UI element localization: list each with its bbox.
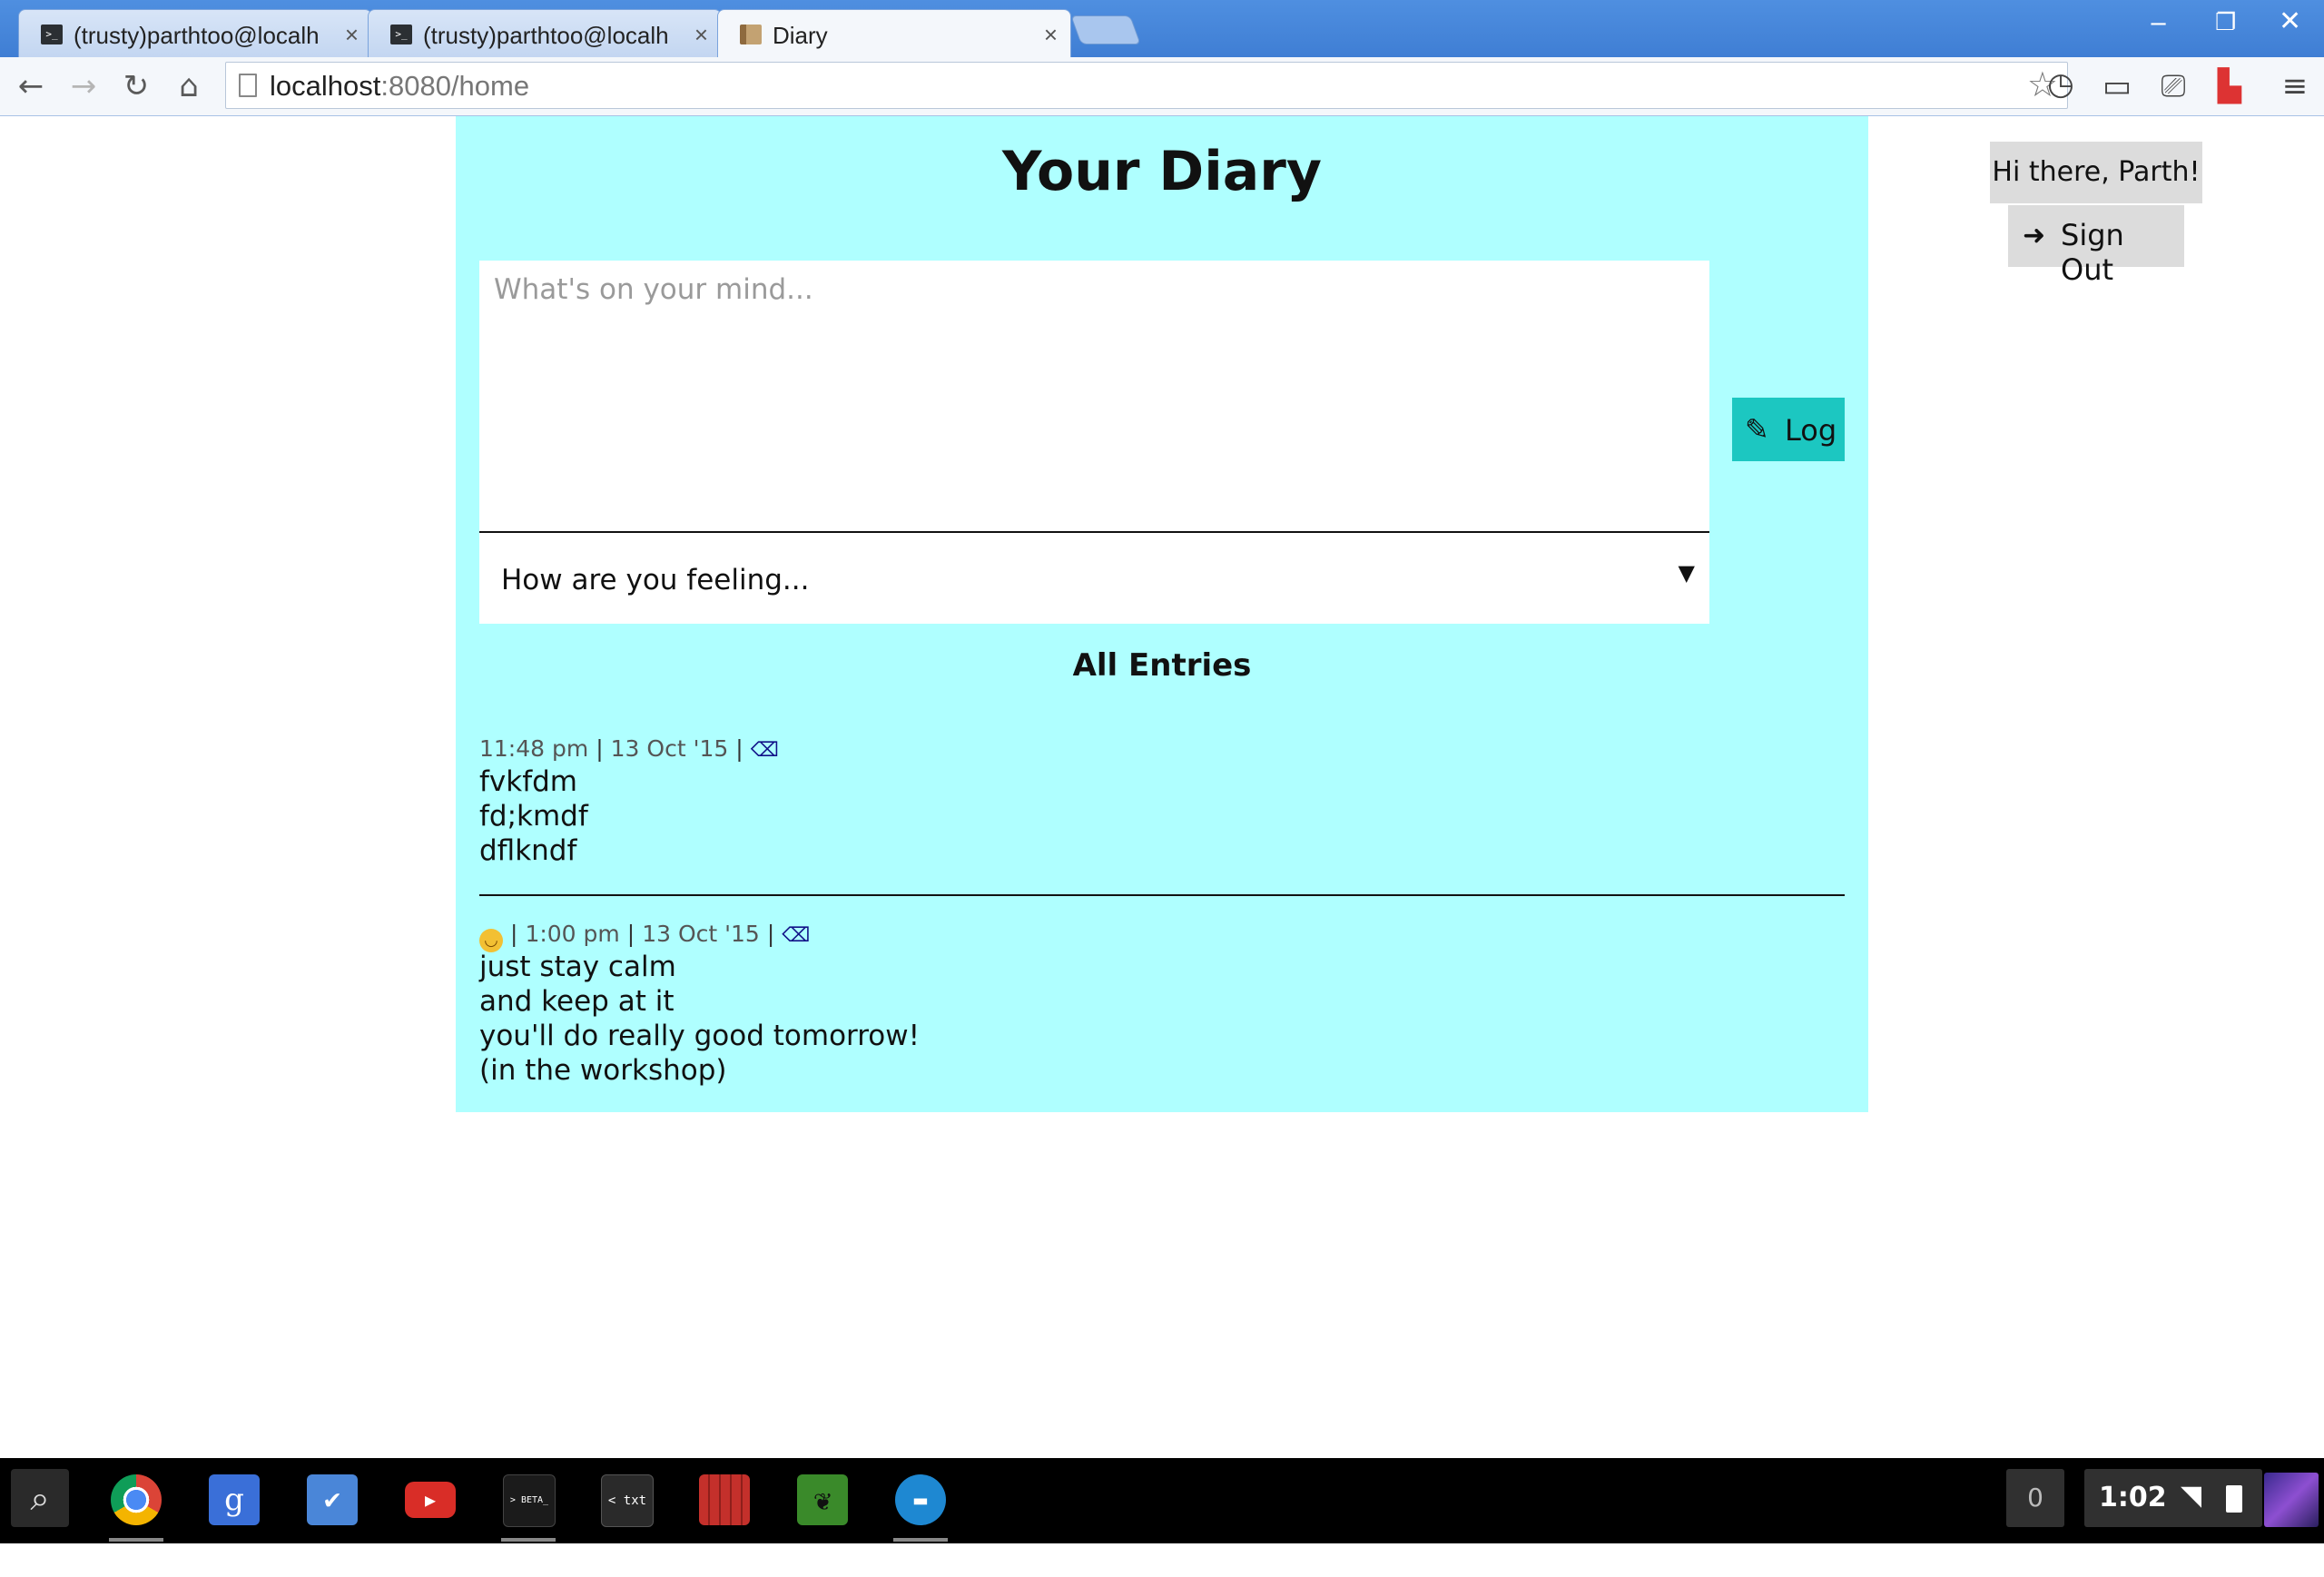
minimize-icon[interactable]: ‒ [2150, 7, 2167, 39]
separator: | [596, 735, 604, 762]
tab-terminal-1[interactable]: >_ (trusty)parthtoo@localh × [18, 9, 372, 57]
diary-entry: 11:48 pm | 13 Oct '15 | ⌫ fvkfdm fd;kmdf dfl… [479, 734, 1845, 868]
inbox-icon[interactable]: ✔ [307, 1474, 358, 1525]
browser-tabstrip: >_ (trusty)parthtoo@localh × >_ (trusty)… [0, 0, 2324, 57]
dropdown-arrow-icon: ▼ [1678, 560, 1695, 586]
notification-count[interactable]: 0 [2006, 1469, 2064, 1527]
pencil-icon: ✎ [1745, 412, 1769, 447]
active-app-indicator [109, 1538, 163, 1542]
entry-line: fd;kmdf [479, 800, 588, 833]
home-icon[interactable]: ⌂ [169, 66, 209, 106]
entry-time: 1:00 pm [525, 921, 620, 947]
search-icon[interactable]: ⌕ [11, 1469, 69, 1527]
log-button-label: Log [1785, 413, 1837, 448]
close-icon[interactable]: × [1044, 21, 1058, 49]
tab-diary[interactable]: Diary × [717, 9, 1071, 57]
terminal-beta-icon[interactable]: > BETA_ [503, 1474, 556, 1527]
window-close-icon[interactable]: ✕ [2279, 5, 2301, 37]
entry-meta: ◡ | 1:00 pm | 13 Oct '15 | ⌫ [479, 919, 1845, 952]
url-host: localhost [270, 70, 381, 102]
music-app-icon[interactable]: ❦ [797, 1474, 848, 1525]
close-icon[interactable]: × [345, 21, 359, 49]
restore-icon[interactable]: ❐ [2215, 9, 2236, 36]
log-button[interactable]: ✎ Log [1732, 398, 1845, 461]
entry-line: fvkfdm [479, 765, 578, 798]
mood-select[interactable]: How are you feeling... ▼ [479, 533, 1709, 624]
terminal-icon: >_ [41, 25, 63, 44]
history-clock-icon[interactable]: ◷ [2041, 64, 2081, 104]
entry-line: and keep at it [479, 985, 675, 1018]
tab-title: (trusty)parthtoo@localh [74, 22, 320, 49]
active-app-indicator [893, 1538, 948, 1542]
entry-date: 13 Oct '15 [642, 921, 760, 947]
back-icon[interactable]: ← [11, 66, 51, 106]
menu-icon[interactable]: ≡ [2275, 66, 2315, 106]
video-player-icon[interactable] [699, 1474, 750, 1525]
google-search-icon[interactable]: g [209, 1474, 260, 1525]
active-app-indicator [501, 1538, 556, 1542]
entries-heading: All Entries [1072, 647, 1252, 684]
clock: 1:02 [2099, 1482, 2167, 1513]
address-bar[interactable]: localhost:8080/home ☆ [225, 62, 2068, 109]
url-text: localhost:8080/home [270, 70, 529, 103]
eraser-icon[interactable]: ⌫ [751, 739, 779, 762]
os-shelf: ⌕ g ✔ ▶ > BETA_ < txt > ❦ ▬ 0 1:02 ◥ [0, 1458, 2324, 1559]
separator: | [766, 921, 775, 947]
entry-line: just stay calm [479, 951, 676, 983]
diary-entry: ◡ | 1:00 pm | 13 Oct '15 | ⌫ just stay calm an… [479, 919, 1845, 1088]
tab-title: Diary [773, 22, 828, 49]
entry-line: (in the workshop) [479, 1054, 727, 1087]
user-greeting: Hi there, Parth! [1990, 142, 2202, 203]
entry-time: 11:48 pm [479, 735, 589, 762]
extension-icon[interactable]: ▭ [2097, 66, 2137, 106]
entry-date: 13 Oct '15 [610, 735, 729, 762]
entry-line: dflkndf [479, 834, 577, 867]
browser-toolbar: ← → ↻ ⌂ localhost:8080/home ☆ ◷ ▭ ⎚ ▙ ≡ [0, 57, 2324, 116]
sign-out-label: Sign Out [2061, 218, 2124, 287]
cast-icon[interactable]: ⎚ [2153, 66, 2193, 106]
new-tab-button[interactable] [1070, 15, 1141, 44]
reload-icon[interactable]: ↻ [116, 66, 156, 106]
status-tray[interactable]: 1:02 ◥ [2084, 1469, 2262, 1527]
tab-title: (trusty)parthtoo@localh [423, 22, 669, 49]
mood-select-label: How are you feeling... [501, 564, 810, 596]
pdf-extension-icon[interactable]: ▙ [2210, 66, 2250, 106]
avatar[interactable] [2264, 1473, 2319, 1527]
entry-editor [479, 261, 1709, 533]
chrome-icon[interactable] [111, 1474, 162, 1525]
battery-icon [2226, 1485, 2242, 1513]
page-title: Your Diary [1002, 140, 1322, 203]
entry-textarea[interactable] [479, 261, 1709, 531]
separator: | [626, 921, 635, 947]
page-icon [239, 74, 257, 97]
separator: | [735, 735, 743, 762]
wifi-icon: ◥ [2181, 1480, 2202, 1512]
entry-line: you'll do really good tomorrow! [479, 1020, 921, 1052]
youtube-icon[interactable]: ▶ [405, 1482, 456, 1518]
eraser-icon[interactable]: ⌫ [782, 924, 810, 947]
sign-out-icon: ➜ [2023, 220, 2046, 251]
terminal-icon: >_ [390, 25, 412, 44]
tab-terminal-2[interactable]: >_ (trusty)parthtoo@localh × [368, 9, 722, 57]
sign-out-button[interactable]: ➜ Sign Out [2008, 205, 2184, 287]
files-icon[interactable]: ▬ [895, 1474, 946, 1525]
text-editor-icon[interactable]: < txt > [601, 1474, 654, 1559]
diary-panel: Your Diary How are you feeling... ▼ ✎ Lo… [456, 116, 1868, 1112]
diary-icon [740, 25, 762, 44]
close-icon[interactable]: × [694, 21, 708, 49]
url-path: :8080/home [380, 70, 530, 102]
separator: | [510, 921, 518, 947]
entry-meta: 11:48 pm | 13 Oct '15 | ⌫ [479, 734, 1845, 764]
entry-divider [479, 894, 1845, 896]
forward-icon[interactable]: → [64, 66, 103, 106]
